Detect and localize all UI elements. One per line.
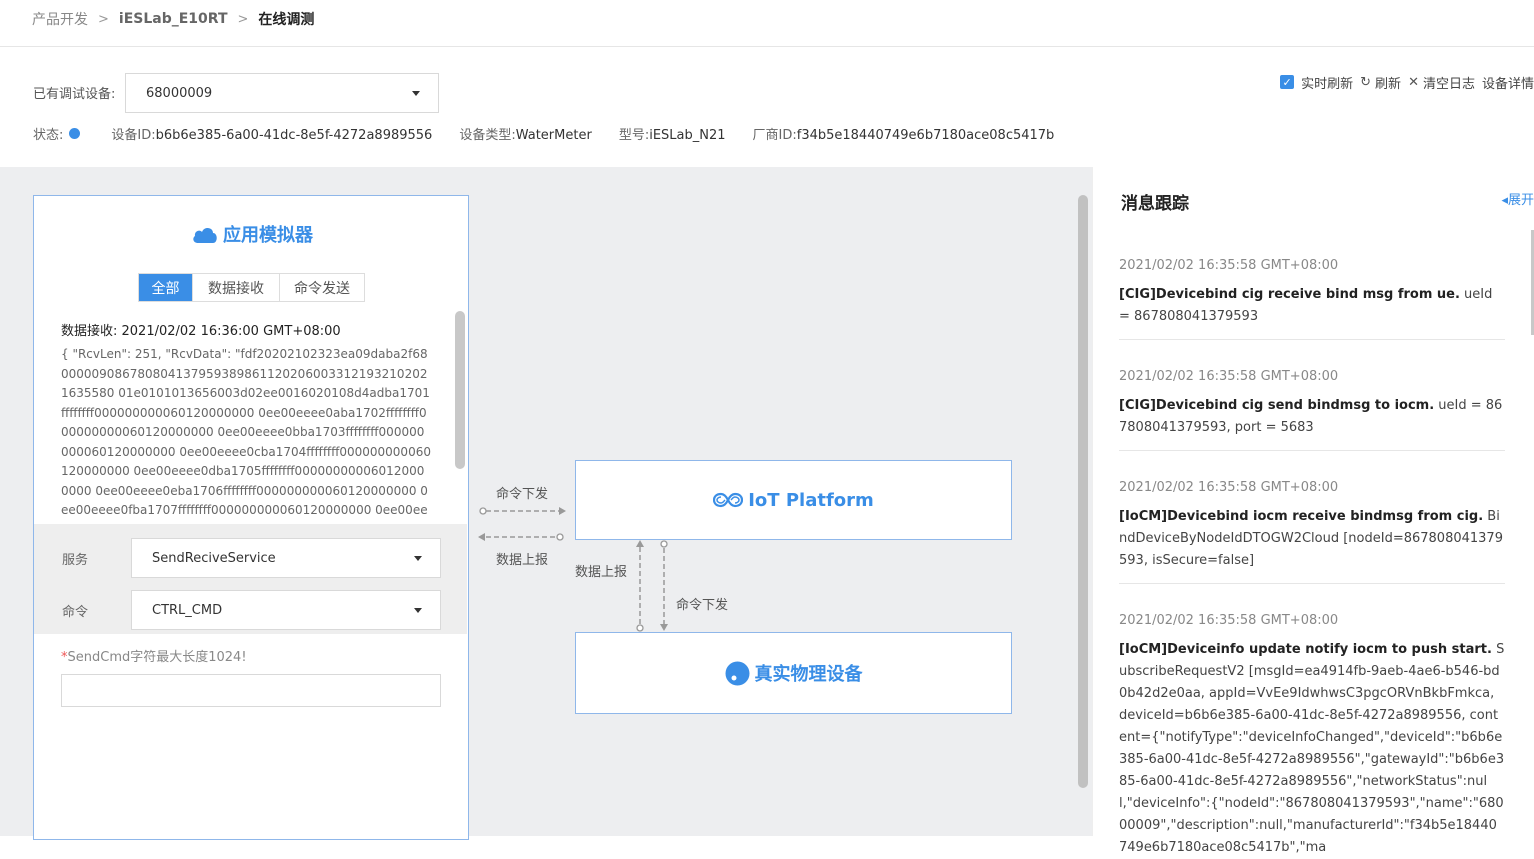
cmd-length-hint: *SendCmd字符最大长度1024! [61, 650, 247, 665]
recv-log-header: 数据接收: 2021/02/02 16:36:00 GMT+08:00 [61, 324, 341, 339]
app-simulator-panel: 应用模拟器 全部 数据接收 命令发送 数据接收: 2021/02/02 16:3… [33, 195, 469, 840]
device-info-row: 状态: 设备ID:b6b6e385-6a00-41dc-8e5f-4272a89… [33, 124, 1081, 143]
main-scrollbar[interactable] [1078, 195, 1088, 788]
header-divider [0, 46, 1534, 47]
trace-message: [IoCM]Devicebind iocm receive bindmsg fr… [1119, 509, 1503, 568]
clear-log-label: 清空日志 [1422, 76, 1475, 92]
trace-timestamp: 2021/02/02 16:35:58 GMT+08:00 [1119, 258, 1339, 273]
vendor-id-info: 厂商ID:f34b5e18440749e6b7180ace08c5417b [752, 127, 1055, 143]
clear-log-button[interactable]: ✕ 清空日志 [1408, 73, 1475, 92]
trace-entry: 2021/02/02 16:35:58 GMT+08:00 [CIG]Devic… [1119, 258, 1505, 340]
breadcrumb: 产品开发 > iESLab_E10RT > 在线调测 [32, 8, 314, 30]
trace-entry: 2021/02/02 16:35:58 GMT+08:00 [CIG]Devic… [1119, 369, 1505, 451]
caret-down-icon [414, 608, 422, 613]
command-select[interactable]: CTRL_CMD [131, 590, 441, 630]
cmd-down-label-top: 命令下发 [496, 487, 549, 502]
physical-device-node: 真实物理设备 [575, 632, 1012, 714]
checkbox-checked-icon[interactable]: ✓ [1280, 75, 1295, 89]
iot-platform-label: IoT Platform [748, 489, 874, 511]
trace-entry: 2021/02/02 16:35:58 GMT+08:00 [IoCM]Devi… [1119, 613, 1505, 859]
expand-button[interactable]: ◂展开 [1501, 189, 1534, 208]
realtime-refresh-toggle[interactable]: ✓ 实时刷新 [1280, 73, 1353, 92]
status-label: 状态: [33, 127, 64, 143]
log-toolbar: ✓ 实时刷新 ↻ 刷新 ✕ 清空日志 设备详情 [1280, 73, 1534, 92]
model-info: 型号:iESLab_N21 [618, 127, 726, 143]
trace-divider [1119, 450, 1505, 451]
close-icon: ✕ [1408, 74, 1419, 90]
tab-all[interactable]: 全部 [139, 274, 193, 301]
device-select[interactable]: 68000009 [125, 73, 439, 113]
refresh-icon: ↻ [1360, 74, 1372, 90]
refresh-label: 刷新 [1375, 76, 1402, 92]
iot-platform-logo-icon [713, 492, 744, 508]
service-select[interactable]: SendReciveService [131, 538, 441, 578]
device-icon [725, 661, 749, 685]
realtime-refresh-label: 实时刷新 [1301, 76, 1354, 92]
tab-data-receive[interactable]: 数据接收 [193, 274, 280, 301]
recv-log-body: { "RcvLen": 251, "RcvData": "fdf20202102… [61, 347, 431, 523]
chevron-right-icon: > [98, 11, 109, 27]
trace-message: [CIG]Devicebind cig receive bind msg fro… [1119, 287, 1493, 324]
send-cmd-input[interactable] [61, 674, 441, 707]
trace-message: [IoCM]Deviceinfo update notify iocm to p… [1119, 642, 1505, 855]
trace-timestamp: 2021/02/02 16:35:58 GMT+08:00 [1119, 613, 1339, 628]
tab-command-send[interactable]: 命令发送 [280, 274, 364, 301]
caret-down-icon [412, 91, 420, 96]
chevron-right-icon: > [237, 11, 249, 27]
iot-platform-node: IoT Platform [575, 460, 1012, 540]
breadcrumb-product-dev[interactable]: 产品开发 [32, 9, 88, 29]
device-id-info: 设备ID:b6b6e385-6a00-41dc-8e5f-4272a898955… [111, 127, 433, 143]
service-label: 服务 [62, 553, 89, 568]
message-trace-title: 消息跟踪 [1121, 194, 1189, 214]
log-scrollbar[interactable] [455, 311, 465, 469]
trace-divider [1119, 583, 1505, 584]
command-label: 命令 [62, 605, 89, 620]
status-dot [69, 127, 81, 139]
trace-divider [1119, 339, 1505, 340]
trace-timestamp: 2021/02/02 16:35:58 GMT+08:00 [1119, 369, 1339, 384]
device-select-label: 已有调试设备: [33, 87, 116, 102]
refresh-button[interactable]: ↻ 刷新 [1360, 73, 1401, 92]
trace-entry: 2021/02/02 16:35:58 GMT+08:00 [IoCM]Devi… [1119, 480, 1505, 584]
expand-label: 展开 [1507, 193, 1534, 208]
device-details-link[interactable]: 设备详情 [1482, 73, 1534, 92]
message-trace-panel: 消息跟踪 ◂展开 2021/02/02 16:35:58 GMT+08:00 [… [1092, 167, 1534, 855]
breadcrumb-product[interactable]: iESLab_E10RT [119, 11, 228, 27]
simulator-title: 应用模拟器 [191, 221, 313, 247]
cloud-icon [193, 227, 217, 243]
service-select-value: SendReciveService [152, 550, 276, 566]
trace-timestamp: 2021/02/02 16:35:58 GMT+08:00 [1119, 480, 1339, 495]
data-up-label-mid: 数据上报 [575, 565, 628, 580]
trace-message: [CIG]Devicebind cig send bindmsg to iocm… [1119, 398, 1503, 435]
cmd-down-label-mid: 命令下发 [676, 598, 729, 613]
device-select-value: 68000009 [146, 85, 213, 101]
physical-device-label: 真实物理设备 [754, 664, 863, 685]
breadcrumb-current: 在线调测 [258, 12, 315, 28]
command-select-value: CTRL_CMD [152, 602, 223, 618]
device-type-info: 设备类型:WaterMeter [459, 127, 592, 143]
device-details-label: 设备详情 [1481, 76, 1534, 92]
caret-down-icon [414, 556, 422, 561]
command-form: 服务 SendReciveService 命令 CTRL_CMD [34, 524, 467, 634]
simulator-tabs: 全部 数据接收 命令发送 [138, 273, 365, 302]
data-up-label-left: 数据上报 [496, 553, 549, 568]
simulator-title-text: 应用模拟器 [223, 225, 313, 246]
